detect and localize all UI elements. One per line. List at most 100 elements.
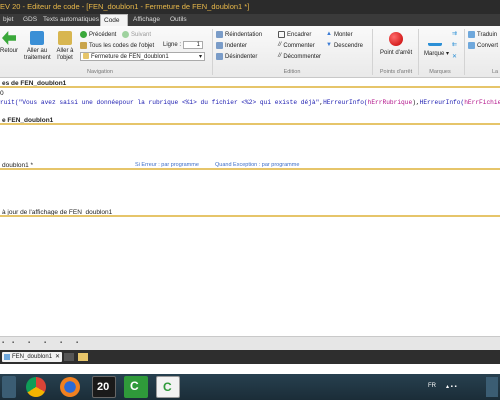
camtasia-glyph: C	[130, 379, 139, 393]
camtasia-recorder-icon[interactable]: C	[156, 376, 180, 398]
ligne-input[interactable]: 1	[183, 41, 203, 49]
tray-icons[interactable]: ▴ ▪ ▪	[446, 383, 457, 390]
chevron-down-icon: ▾	[446, 51, 450, 57]
code-param: hErrRubrique	[367, 99, 413, 106]
point-arret-label: Point d'arrêt	[380, 50, 413, 56]
points-arret-group-label: Points d'arrêt	[379, 69, 413, 75]
code-editor[interactable]: es de FEN_doublon1 O ruit("Vous avez sai…	[0, 78, 500, 336]
traduire-button[interactable]: Traduin	[468, 31, 497, 38]
tool-icon[interactable]: ▪	[60, 340, 62, 346]
close-icon[interactable]: ✕	[55, 352, 60, 362]
all-code-icon	[80, 42, 87, 49]
descendre-button[interactable]: ▼ Descendre	[326, 42, 363, 49]
language-indicator[interactable]: FR	[428, 383, 436, 389]
taskbar: 20 C C FR ▴ ▪ ▪	[0, 374, 500, 400]
code-function: HErreurInfo(	[419, 99, 465, 106]
indent-icon	[216, 42, 223, 49]
mark-next-icon[interactable]: ⇉	[452, 30, 457, 37]
decommenter-label: Décommenter	[283, 54, 322, 61]
translate-icon	[468, 31, 475, 38]
ribbon: Retour Aller au traitement Aller à l'obj…	[0, 26, 500, 78]
title-bar: EV 20 - Editeur de code - [FEN_doublon1 …	[0, 0, 500, 14]
tool-icon[interactable]: ▪	[28, 340, 30, 346]
start-icon[interactable]	[2, 376, 16, 398]
descendre-label: Descendre	[333, 43, 363, 50]
retour-label: Retour	[0, 48, 19, 54]
tool-icon[interactable]: ▪	[44, 340, 46, 346]
comment-icon: //	[278, 42, 282, 48]
tab-objet[interactable]: bjet	[0, 14, 16, 26]
convertir-button[interactable]: Convert	[468, 42, 498, 49]
edition-group-label: Edition	[283, 69, 301, 75]
monter-label: Monter	[333, 32, 353, 39]
desindenter-label: Désindenter	[225, 54, 258, 61]
si-erreur-link[interactable]: Si Erreur : par programme	[135, 162, 199, 168]
navigation-combo[interactable]: Fermeture de FEN_doublon1 ▾	[80, 52, 205, 61]
window-title: EV 20 - Editeur de code - [FEN_doublon1 …	[0, 2, 250, 11]
suivant-button[interactable]: Suivant	[122, 31, 151, 38]
reindentation-button[interactable]: Réindentation	[216, 31, 262, 38]
camtasia-icon[interactable]: C	[124, 376, 148, 398]
navigation-combo-value: Fermeture de FEN_doublon1	[91, 54, 169, 60]
tous-codes-button[interactable]: Tous les codes de l'objet	[80, 42, 154, 49]
group-separator	[464, 29, 465, 75]
navigation-group-label: Navigation	[87, 69, 113, 75]
aller-traitement-label: Aller au traitement	[24, 48, 51, 61]
section-header: e FEN_doublon1	[0, 116, 500, 125]
tab-texts-automatiques[interactable]: Texts automatiques	[40, 14, 102, 26]
tab-label: FEN_doublon1	[12, 354, 53, 360]
precedent-button[interactable]: Précédent	[80, 31, 116, 38]
tool-icon[interactable]: ▪	[2, 340, 4, 346]
tab-fen-doublon1[interactable]: FEN_doublon1 ✕	[2, 352, 62, 362]
firefox-icon[interactable]	[60, 377, 80, 397]
marques-group-label: Marques	[429, 69, 451, 75]
code-line[interactable]: ruit("Vous avez saisi une donnéepour la …	[0, 99, 500, 106]
document-tabs: FEN_doublon1 ✕	[0, 350, 500, 364]
encadrer-button[interactable]: Encadrer	[278, 31, 311, 38]
marque-label-wrap: Marque ▾	[424, 50, 449, 57]
unindent-icon	[216, 53, 223, 60]
tool-icon[interactable]: ▪	[76, 340, 78, 346]
recorder-glyph: C	[163, 380, 172, 394]
show-desktop-button[interactable]	[486, 377, 498, 397]
section-bar	[0, 123, 500, 125]
move-up-icon: ▲	[326, 31, 332, 37]
ligne-label: Ligne :	[163, 42, 182, 48]
move-down-icon: ▼	[326, 42, 332, 48]
goto-object-icon	[58, 31, 72, 45]
tab-outils[interactable]: Outils	[167, 14, 190, 26]
windev-icon[interactable]: 20	[92, 376, 116, 398]
section-header: es de FEN_doublon1	[0, 79, 500, 88]
mark-prev-icon[interactable]: ⇇	[452, 41, 457, 48]
indenter-button[interactable]: Indenter	[216, 42, 247, 49]
tab-extra[interactable]	[64, 353, 74, 361]
section-bar	[0, 86, 500, 88]
tous-codes-label: Tous les codes de l'objet	[89, 43, 155, 50]
tab-affichage[interactable]: Affichage	[130, 14, 163, 26]
tab-code[interactable]: Code	[100, 14, 128, 26]
reindent-icon	[216, 31, 223, 38]
group-separator	[212, 29, 213, 75]
window-icon	[83, 53, 89, 60]
uncomment-icon: //	[278, 53, 282, 59]
mark-clear-icon[interactable]: ✕	[452, 53, 457, 60]
back-arrow-icon	[2, 31, 16, 45]
decommenter-button[interactable]: //Décommenter	[278, 53, 321, 60]
tab-extra[interactable]	[78, 353, 88, 361]
tool-icon[interactable]: ▪	[12, 340, 14, 346]
goto-process-icon	[30, 31, 44, 45]
group-separator	[418, 29, 419, 75]
window-icon	[4, 354, 10, 360]
code-line[interactable]: O	[0, 90, 4, 97]
langue-group-label: La	[491, 69, 499, 75]
indenter-label: Indenter	[225, 43, 248, 50]
monter-button[interactable]: ▲ Monter	[326, 31, 353, 38]
code-param: hErrFichier	[464, 99, 500, 106]
section-header: à jour de l'affichage de FEN_doublon1	[0, 208, 500, 217]
tab-gds[interactable]: GDS	[20, 14, 40, 26]
commenter-button[interactable]: //Commenter	[278, 42, 315, 49]
chrome-icon[interactable]	[26, 377, 46, 397]
next-icon	[122, 31, 129, 38]
desindenter-button[interactable]: Désindenter	[216, 53, 257, 60]
quand-exception-link[interactable]: Quand Exception : par programme	[215, 162, 299, 168]
